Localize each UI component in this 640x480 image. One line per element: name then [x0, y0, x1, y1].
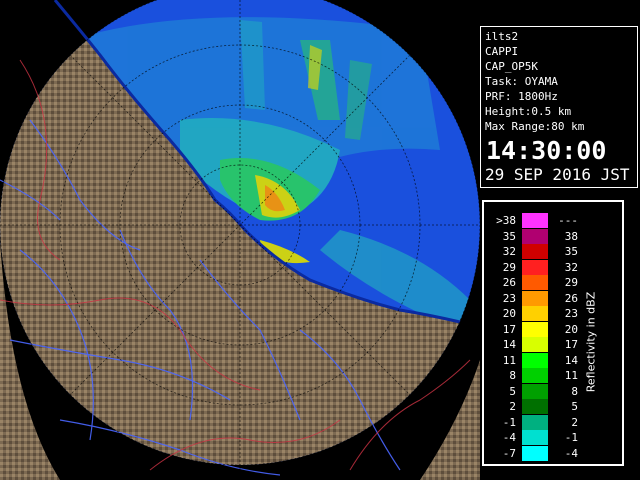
legend-row: -1 2 [484, 414, 604, 431]
legend-swatch [522, 321, 548, 337]
legend-swatch [522, 368, 548, 383]
prf-label: PRF: 1800Hz [485, 90, 558, 103]
legend-low-value: 35 [502, 229, 516, 243]
legend-low-value: -7 [502, 446, 516, 460]
legend-low-value: 29 [502, 260, 516, 274]
legend-high-value: --- [558, 214, 578, 227]
max-range-label: Max Range:80 km [485, 120, 585, 133]
legend-row: >38 --- [484, 212, 604, 229]
legend-swatch [522, 399, 548, 414]
legend-row: 26 29 [484, 274, 604, 291]
legend-high-value: 29 [564, 276, 578, 289]
legend-swatch [522, 430, 548, 445]
legend-row: -4 -1 [484, 429, 604, 446]
legend-high-value: 2 [571, 415, 578, 429]
legend-high-value: -1 [564, 431, 578, 444]
date-display: 29 SEP 2016 JST [485, 165, 630, 184]
radar-name: ilts2 [485, 30, 519, 43]
legend-swatch [522, 306, 548, 321]
legend-high-value: 11 [564, 369, 578, 382]
height-label: Height:0.5 km [485, 105, 572, 118]
legend-high-value: 14 [564, 353, 578, 367]
legend-unit-label: Reflectivity in dBZ [584, 291, 598, 393]
task-label: Task: OYAMA [485, 75, 558, 88]
legend-low-value: 32 [502, 245, 516, 258]
legend-low-value: 20 [502, 307, 516, 320]
legend-row: 29 32 [484, 259, 604, 276]
legend-swatch [522, 337, 548, 352]
legend-low-value: 11 [502, 353, 516, 367]
legend-low-value: 5 [509, 384, 516, 398]
legend-high-value: -4 [564, 446, 578, 460]
legend-high-value: 35 [564, 245, 578, 258]
legend-row: -7 -4 [484, 445, 604, 462]
legend-swatch [522, 213, 548, 228]
legend-low-value: 23 [502, 291, 516, 305]
legend-low-value: -1 [502, 415, 516, 429]
legend-swatch [522, 414, 548, 430]
legend-row: 32 35 [484, 243, 604, 260]
legend-swatch [522, 259, 548, 275]
product-id: CAP_OP5K [485, 60, 538, 73]
legend-low-value: 26 [502, 276, 516, 289]
legend-high-value: 5 [571, 400, 578, 413]
legend-low-value: 8 [509, 369, 516, 382]
legend-swatch [522, 228, 548, 244]
info-panel: ilts2 CAPPI CAP_OP5K Task: OYAMA PRF: 18… [480, 26, 638, 188]
legend-swatch [522, 383, 548, 399]
legend-high-value: 26 [564, 291, 578, 305]
legend-high-value: 32 [564, 260, 578, 274]
legend-low-value: -4 [502, 431, 516, 444]
legend-high-value: 20 [564, 322, 578, 336]
legend-swatch [522, 244, 548, 259]
legend-swatch [522, 352, 548, 368]
legend-swatch [522, 445, 548, 461]
legend-row: 35 38 [484, 228, 604, 245]
product-type: CAPPI [485, 45, 519, 58]
legend-high-value: 38 [564, 229, 578, 243]
legend-high-value: 17 [564, 338, 578, 351]
legend-swatch [522, 275, 548, 290]
legend-high-value: 8 [571, 384, 578, 398]
legend-swatch [522, 290, 548, 306]
legend-low-value: 17 [502, 322, 516, 336]
legend-low-value: >38 [496, 214, 516, 227]
legend-row: 25 [484, 398, 604, 415]
color-legend: >38 --- 35 38 32 35 29 32 26 29 23 26 20 23 17 20 14 17 11… [482, 200, 624, 466]
time-display: 14:30:00 [486, 136, 607, 165]
legend-high-value: 23 [564, 307, 578, 320]
legend-low-value: 2 [509, 400, 516, 413]
legend-low-value: 14 [502, 338, 516, 351]
